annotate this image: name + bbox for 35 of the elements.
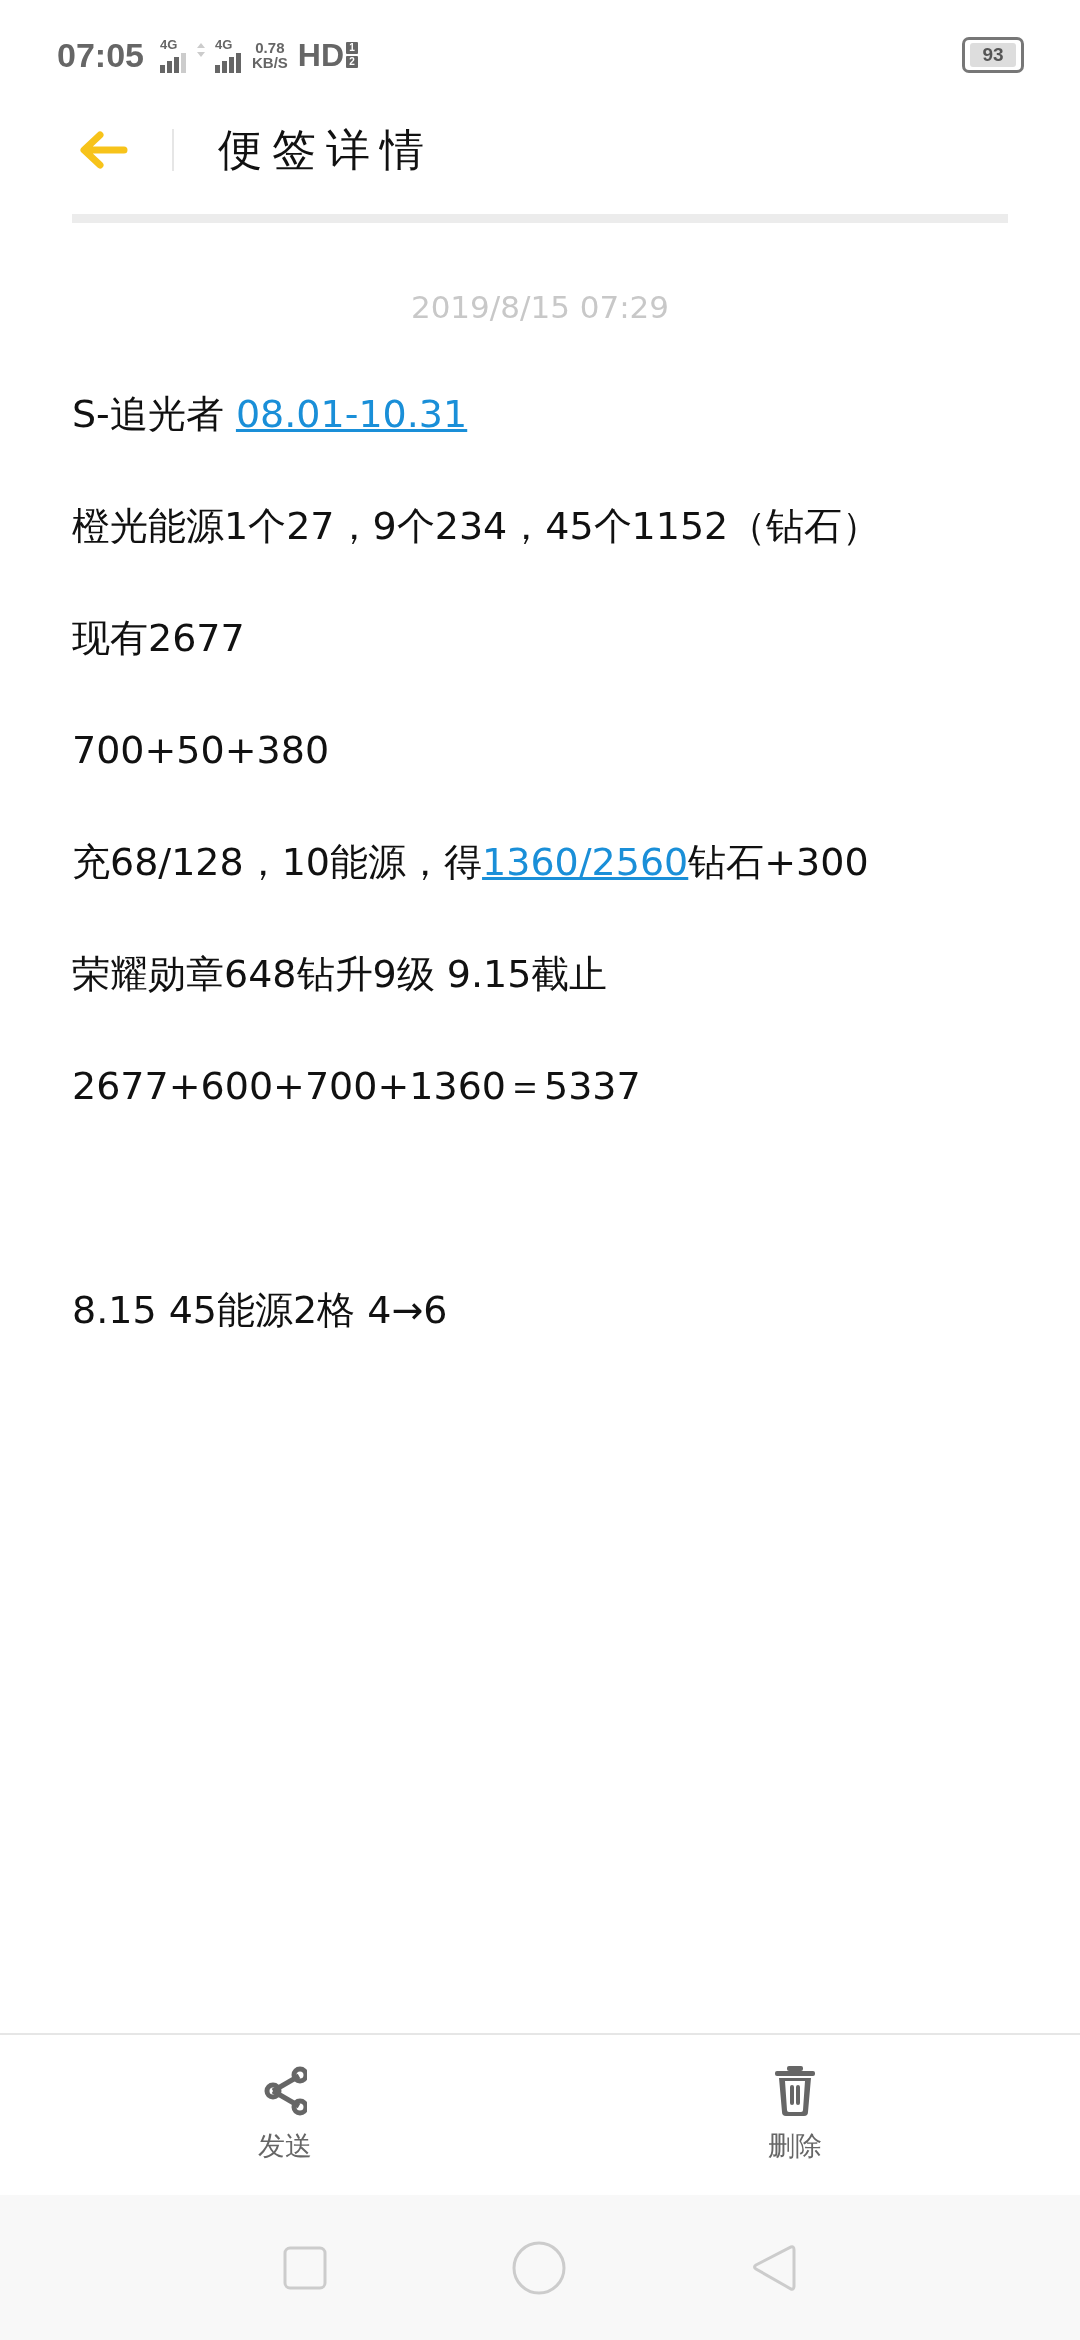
- sim-slot-badge: 1: [346, 42, 359, 54]
- clock-time: 07:05: [57, 35, 144, 75]
- back-nav-button[interactable]: [751, 2242, 798, 2293]
- note-line: 2677+600+700+1360＝5337: [72, 1063, 642, 1110]
- page-title: 便签详情: [218, 122, 434, 177]
- data-arrows-icon: [196, 43, 205, 57]
- circle-icon: [512, 2240, 566, 2295]
- note-link[interactable]: 1360/2560: [482, 840, 689, 884]
- home-button[interactable]: [512, 2240, 566, 2295]
- note-line: 充68/128，10能源，得1360/2560钻石+300: [72, 839, 870, 886]
- hd-label: HD: [297, 36, 345, 74]
- delete-button[interactable]: 删除: [758, 2060, 832, 2170]
- sim-slot-badge: 2: [346, 56, 359, 68]
- note-line: 8.15 45能源2格 4→6: [72, 1287, 449, 1334]
- signal-icon: [214, 50, 242, 73]
- note-line: 700+50+380: [72, 727, 331, 774]
- trash-icon: [773, 2066, 817, 2116]
- note-line: 荣耀勋章648钻升9级 9.15截止: [72, 951, 609, 998]
- note-line: 橙光能源1个27，9个234，45个1152（钻石）: [72, 503, 882, 550]
- send-button[interactable]: 发送: [248, 2060, 322, 2170]
- battery-level: 93: [970, 43, 1016, 67]
- square-icon: [282, 2245, 327, 2290]
- note-line: 现有2677: [72, 615, 246, 662]
- network-type: 4G: [214, 37, 233, 51]
- network-type: 4G: [159, 37, 178, 51]
- signal-icon: [159, 50, 187, 73]
- back-arrow-icon: [78, 130, 128, 170]
- note-line: S-追光者 08.01-10.31: [72, 391, 469, 438]
- recent-apps-button[interactable]: [282, 2245, 327, 2290]
- speed-unit: KB/S: [251, 55, 288, 70]
- back-button[interactable]: [78, 130, 128, 170]
- note-link[interactable]: 08.01-10.31: [235, 392, 468, 436]
- speed-value: 0.78: [255, 40, 285, 55]
- triangle-icon: [751, 2242, 798, 2293]
- share-icon: [263, 2066, 307, 2116]
